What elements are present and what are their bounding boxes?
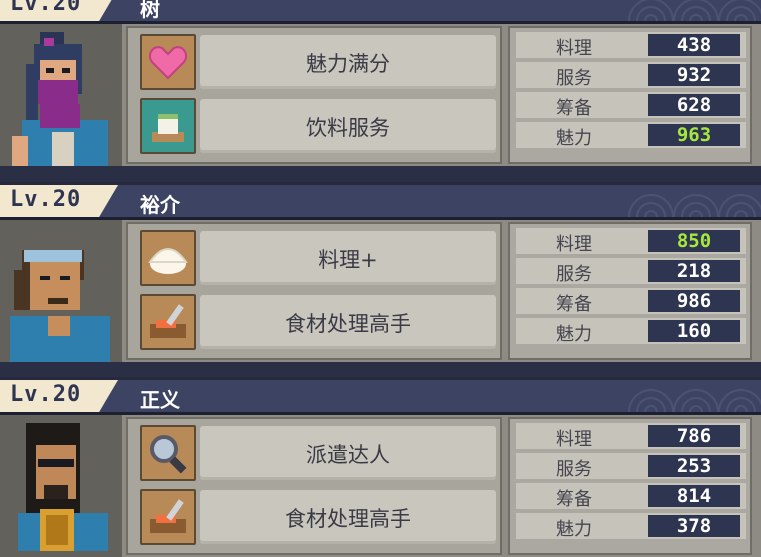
level-label: Lv.20 — [10, 0, 82, 16]
stat-label: 服务 — [556, 68, 592, 89]
character-portrait — [0, 415, 122, 557]
stat-row: 筹备 628 — [516, 92, 746, 119]
stats-panel: 料理 786 服务 253 筹备 814 魅力 378 — [508, 417, 752, 555]
stat-value: 963 — [648, 124, 740, 146]
stat-value: 850 — [648, 230, 740, 252]
stat-value: 378 — [648, 515, 740, 537]
stat-value: 438 — [648, 34, 740, 56]
skill-label: 派遣达人 — [306, 443, 390, 467]
character-portrait — [0, 220, 122, 362]
stat-label: 筹备 — [556, 489, 592, 510]
magnifier-icon — [140, 425, 196, 481]
knife-board-icon — [140, 294, 196, 350]
stat-row: 料理 438 — [516, 32, 746, 59]
character-name: 裕介 — [140, 193, 180, 217]
stat-label: 料理 — [556, 429, 592, 450]
card-body: 料理+ 食材处理高手 料理 850 服务 218 筹备 986 魅力 160 — [0, 220, 761, 362]
card-body: 派遣达人 食材处理高手 料理 786 服务 253 筹备 814 魅力 378 — [0, 415, 761, 557]
skill-label-bar: 派遣达人 — [200, 426, 496, 480]
character-portrait — [0, 24, 122, 166]
skill-label: 魅力满分 — [306, 52, 390, 76]
skills-panel: 派遣达人 食材处理高手 — [126, 417, 502, 555]
tea-cup-icon — [140, 98, 196, 154]
ninja-portrait-icon — [12, 32, 108, 166]
stat-row: 料理 850 — [516, 228, 746, 255]
card-body: 魅力满分 饮料服务 料理 438 服务 932 筹备 628 魅力 963 — [0, 24, 761, 166]
stat-row: 服务 932 — [516, 62, 746, 89]
skill-label-bar: 饮料服务 — [200, 99, 496, 153]
rice-bun-icon — [140, 230, 196, 286]
character-name: 正义 — [140, 388, 180, 412]
skill-label: 食材处理高手 — [285, 312, 411, 336]
level-tab: Lv.20 — [0, 0, 118, 21]
skills-panel: 魅力满分 饮料服务 — [126, 26, 502, 164]
wave-pattern-icon — [628, 0, 761, 21]
character-name: 树 — [140, 0, 160, 21]
wave-pattern-icon — [628, 389, 761, 412]
stat-row: 料理 786 — [516, 423, 746, 450]
stat-value: 932 — [648, 64, 740, 86]
card-header: Lv.20 裕介 — [0, 182, 761, 220]
stat-value: 786 — [648, 425, 740, 447]
skill-row[interactable]: 饮料服务 — [134, 96, 498, 156]
skill-label: 料理+ — [318, 248, 378, 272]
skill-row[interactable]: 食材处理高手 — [134, 487, 498, 547]
stat-value: 253 — [648, 455, 740, 477]
skill-row[interactable]: 派遣达人 — [134, 423, 498, 483]
skill-row[interactable]: 食材处理高手 — [134, 292, 498, 352]
stat-row: 服务 253 — [516, 453, 746, 480]
stat-value: 628 — [648, 94, 740, 116]
stat-label: 魅力 — [556, 519, 592, 540]
level-tab: Lv.20 — [0, 185, 118, 217]
stats-panel: 料理 850 服务 218 筹备 986 魅力 160 — [508, 222, 752, 360]
skill-label-bar: 魅力满分 — [200, 35, 496, 89]
stat-label: 筹备 — [556, 294, 592, 315]
skill-row[interactable]: 料理+ — [134, 228, 498, 288]
stat-row: 魅力 378 — [516, 513, 746, 540]
wave-pattern-icon — [628, 194, 761, 217]
stats-panel: 料理 438 服务 932 筹备 628 魅力 963 — [508, 26, 752, 164]
stat-row: 服务 218 — [516, 258, 746, 285]
stat-value: 160 — [648, 320, 740, 342]
knife-board-icon — [140, 489, 196, 545]
samurai-portrait-icon — [18, 423, 108, 551]
skill-row[interactable]: 魅力满分 — [134, 32, 498, 92]
stat-row: 筹备 986 — [516, 288, 746, 315]
level-tab: Lv.20 — [0, 380, 118, 412]
stat-row: 魅力 160 — [516, 318, 746, 345]
stat-label: 料理 — [556, 234, 592, 255]
card-header: Lv.20 树 — [0, 0, 761, 24]
stat-label: 服务 — [556, 459, 592, 480]
level-label: Lv.20 — [10, 382, 82, 407]
stat-value: 218 — [648, 260, 740, 282]
stat-label: 魅力 — [556, 324, 592, 345]
skills-panel: 料理+ 食材处理高手 — [126, 222, 502, 360]
stat-label: 筹备 — [556, 98, 592, 119]
card-header: Lv.20 正义 — [0, 377, 761, 415]
skill-label-bar: 料理+ — [200, 231, 496, 285]
heart-icon — [140, 34, 196, 90]
chef-portrait-icon — [10, 250, 110, 362]
stat-value: 986 — [648, 290, 740, 312]
stat-row: 筹备 814 — [516, 483, 746, 510]
stat-label: 料理 — [556, 38, 592, 59]
stat-label: 魅力 — [556, 128, 592, 149]
skill-label: 食材处理高手 — [285, 507, 411, 531]
skill-label-bar: 食材处理高手 — [200, 490, 496, 544]
stat-row: 魅力 963 — [516, 122, 746, 149]
skill-label-bar: 食材处理高手 — [200, 295, 496, 349]
stat-value: 814 — [648, 485, 740, 507]
skill-label: 饮料服务 — [306, 116, 390, 140]
level-label: Lv.20 — [10, 187, 82, 212]
stat-label: 服务 — [556, 264, 592, 285]
